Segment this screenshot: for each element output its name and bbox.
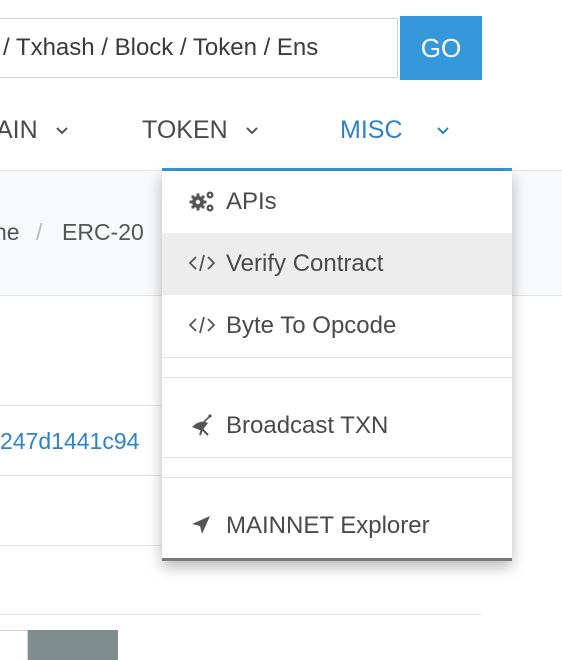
menu-item-verify-contract[interactable]: Verify Contract (162, 233, 512, 295)
row-divider (0, 405, 162, 406)
satellite-dish-icon (188, 413, 216, 437)
location-arrow-icon (188, 513, 216, 537)
go-button[interactable]: GO (400, 16, 482, 80)
code-icon (188, 251, 216, 275)
nav-item-token[interactable]: TOKEN (142, 116, 262, 145)
row-divider (0, 475, 162, 476)
menu-item-label: APIs (226, 188, 277, 215)
menu-divider (162, 377, 512, 378)
nav-item-label: AIN (0, 116, 38, 144)
breadcrumb-separator: / (36, 219, 43, 245)
gears-icon (188, 189, 216, 213)
page-input[interactable] (0, 630, 28, 660)
page-button[interactable] (28, 630, 118, 660)
menu-item-label: Broadcast TXN (226, 412, 389, 439)
breadcrumb-item-erc20[interactable]: ERC-20 (62, 219, 144, 246)
tx-hash-link[interactable]: 247d1441c94 (0, 428, 162, 455)
menu-item-label: Verify Contract (226, 250, 384, 277)
row-divider (0, 614, 482, 615)
nav-item-label: MISC (340, 116, 403, 144)
menu-divider (162, 357, 512, 358)
chevron-down-icon (433, 121, 453, 141)
menu-item-mainnet-explorer[interactable]: MAINNET Explorer (162, 495, 512, 557)
chevron-down-icon (242, 121, 262, 141)
nav-item-main[interactable]: AIN (0, 116, 72, 145)
menu-item-label: Byte To Opcode (226, 312, 397, 339)
menu-item-label: MAINNET Explorer (226, 512, 430, 539)
search-input[interactable]: / Txhash / Block / Token / Ens (0, 18, 398, 78)
menu-divider (162, 457, 512, 458)
breadcrumb-item-home[interactable]: ne (0, 219, 20, 246)
nav-item-label: TOKEN (142, 116, 228, 144)
menu-divider (162, 477, 512, 478)
menu-item-broadcast-txn[interactable]: Broadcast TXN (162, 395, 512, 457)
row-divider (0, 545, 162, 546)
chevron-down-icon (52, 121, 72, 141)
menu-item-byte-to-opcode[interactable]: Byte To Opcode (162, 295, 512, 357)
code-icon (188, 313, 216, 337)
nav-item-misc[interactable]: MISC (340, 116, 453, 145)
misc-dropdown-menu: APIs Verify Contract Byte To Opcode Broa… (162, 171, 512, 561)
menu-item-apis[interactable]: APIs (162, 171, 512, 233)
